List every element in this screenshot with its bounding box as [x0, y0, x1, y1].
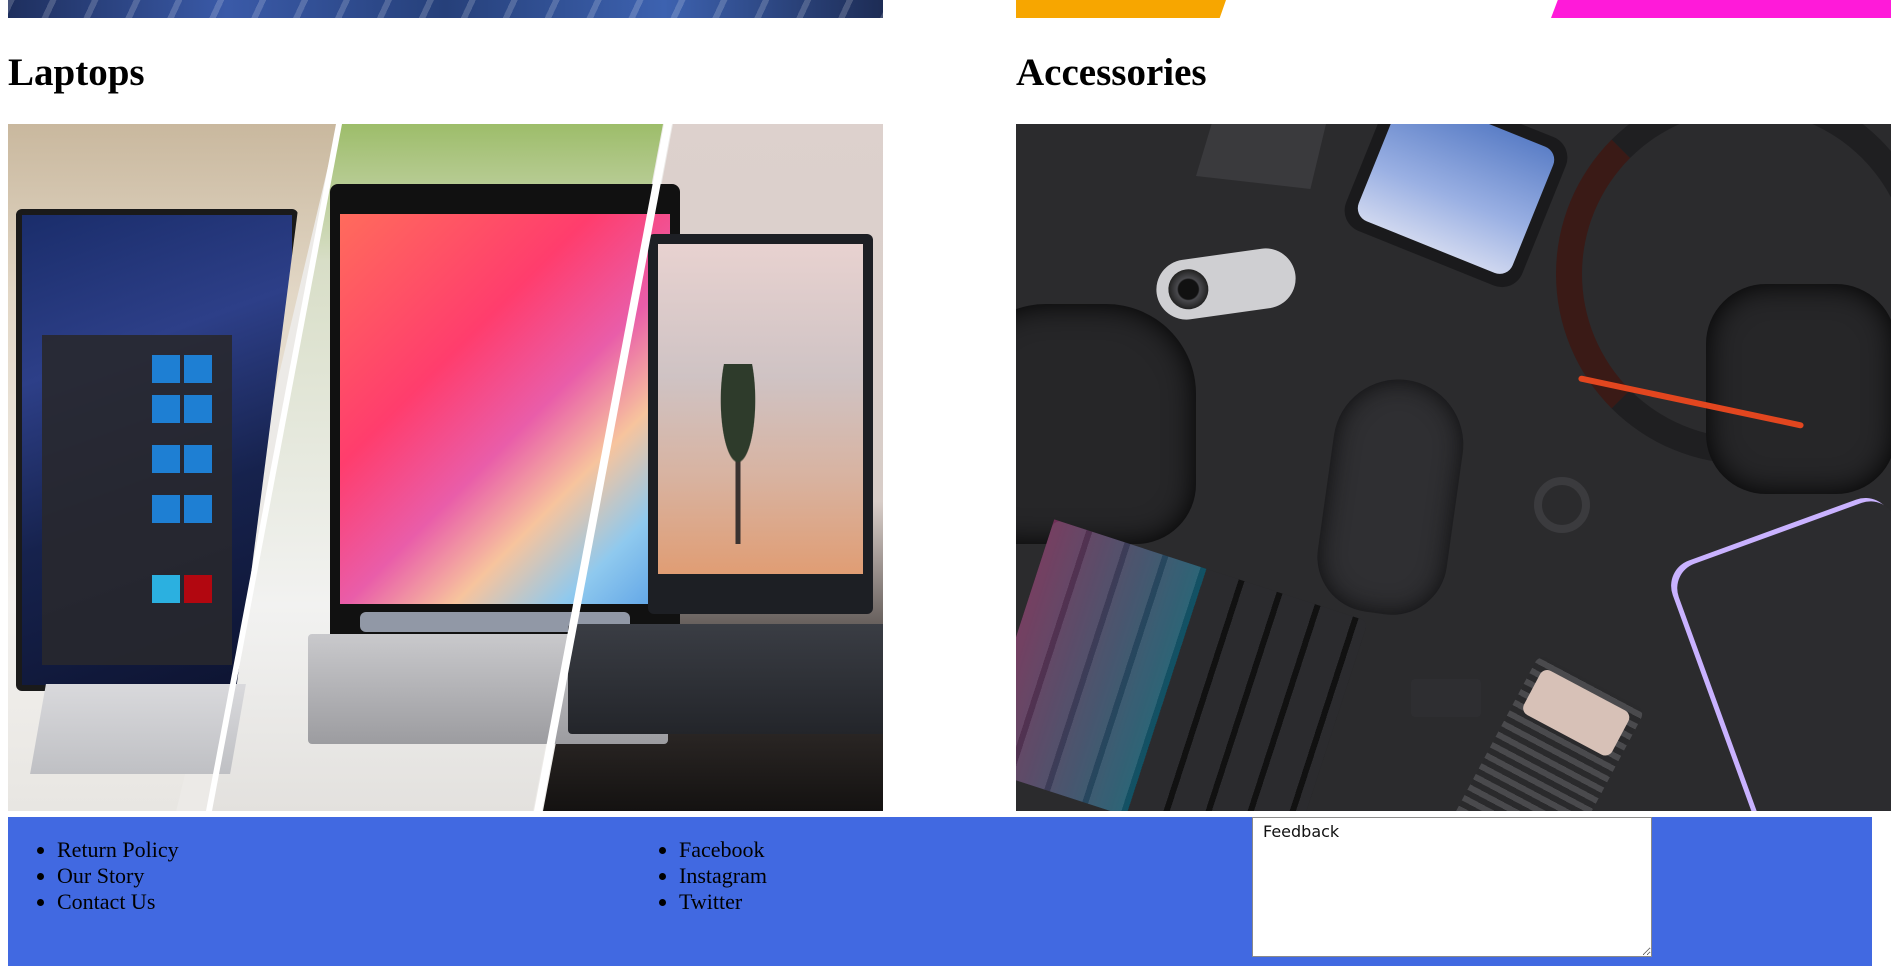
start-menu [42, 335, 232, 665]
list-item: Facebook [679, 837, 767, 863]
palm-tree [698, 364, 778, 544]
laptops-image[interactable] [8, 124, 883, 811]
ring-accessory [1534, 477, 1590, 533]
headset-ear-cup [1706, 284, 1891, 494]
honor-laptop-keyboard [568, 624, 883, 734]
orange-stripe [1016, 0, 1226, 18]
list-item: Twitter [679, 889, 767, 915]
our-story-link[interactable]: Our Story [57, 863, 144, 888]
feedback-textarea[interactable] [1252, 817, 1652, 957]
usb-dongle [1411, 679, 1481, 717]
smartphone [1337, 124, 1575, 294]
return-policy-link[interactable]: Return Policy [57, 837, 179, 862]
list-item: Return Policy [57, 837, 179, 863]
list-item: Our Story [57, 863, 179, 889]
game-controller [1016, 304, 1196, 544]
list-item: Contact Us [57, 889, 179, 915]
top-banner-left-image [8, 0, 883, 18]
phone-screen [1353, 124, 1559, 279]
footer-info-links: Return Policy Our Story Contact Us [16, 837, 179, 915]
macos-wallpaper [340, 214, 670, 604]
footer-social-links: Facebook Instagram Twitter [638, 837, 767, 915]
contact-us-link[interactable]: Contact Us [57, 889, 155, 914]
webcam-lens [1165, 266, 1211, 312]
instagram-link[interactable]: Instagram [679, 863, 767, 888]
gaming-mouse [1310, 371, 1472, 622]
macbook-screen [330, 184, 680, 644]
accessories-heading: Accessories [1016, 51, 1207, 94]
list-item: Instagram [679, 863, 767, 889]
windows-laptop-keyboard [30, 684, 246, 774]
power-bank [1436, 653, 1646, 811]
footer: Return Policy Our Story Contact Us Faceb… [8, 817, 1872, 966]
external-drive [1669, 494, 1891, 811]
honor-wallpaper [658, 244, 863, 574]
accessories-image[interactable] [1016, 124, 1891, 811]
keyboard-glow [1016, 519, 1207, 811]
top-banner-right-image [1016, 0, 1891, 18]
power-bank-cap [1520, 667, 1633, 759]
device-corner [1196, 124, 1326, 189]
magenta-stripe [1551, 0, 1891, 18]
webcam [1152, 244, 1300, 324]
laptops-heading: Laptops [8, 51, 145, 94]
facebook-link[interactable]: Facebook [679, 837, 765, 862]
twitter-link[interactable]: Twitter [679, 889, 742, 914]
rgb-keyboard [1016, 519, 1369, 811]
honor-laptop-screen [648, 234, 873, 614]
